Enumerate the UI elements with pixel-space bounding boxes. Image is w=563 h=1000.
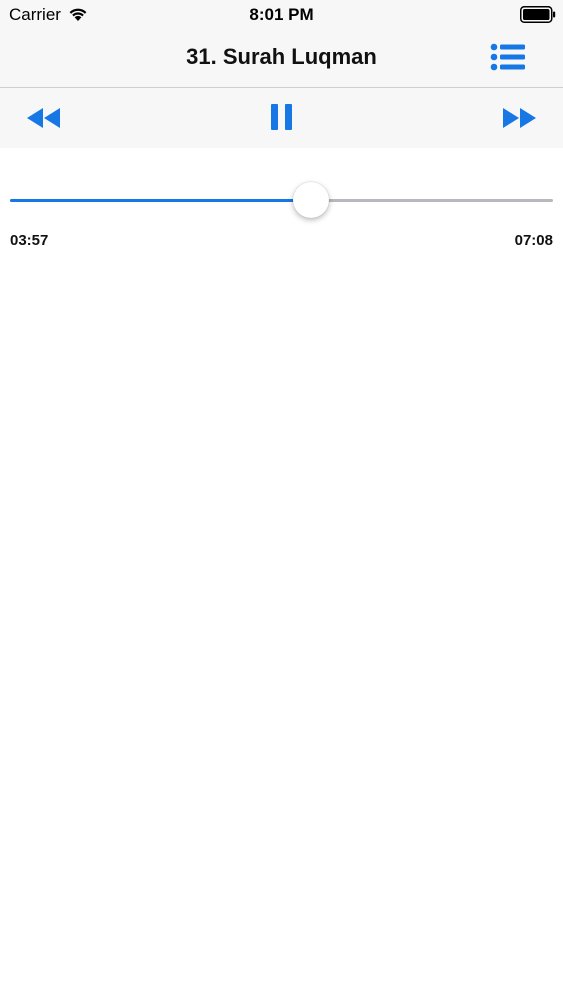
fast-forward-icon — [503, 108, 536, 128]
rewind-button[interactable] — [24, 104, 64, 132]
status-bar: Carrier 8:01 PM — [0, 0, 563, 30]
battery-icon — [520, 6, 556, 23]
pause-icon — [271, 104, 292, 130]
navigation-bar: 31. Surah Luqman — [0, 30, 563, 88]
pause-button[interactable] — [266, 102, 298, 132]
elapsed-time: 03:57 — [10, 232, 49, 249]
playlist-button[interactable] — [488, 42, 528, 74]
status-time: 8:01 PM — [249, 5, 314, 24]
playback-controls — [0, 88, 563, 148]
rewind-icon — [27, 108, 60, 128]
fast-forward-button[interactable] — [499, 104, 539, 132]
progress-slider-track[interactable] — [10, 199, 553, 202]
list-icon — [490, 43, 525, 71]
page-title: 31. Surah Luqman — [186, 44, 377, 69]
progress-section: 03:57 07:08 — [0, 148, 563, 258]
progress-slider-thumb[interactable] — [292, 182, 329, 218]
total-time: 07:08 — [514, 232, 553, 249]
progress-slider-fill — [10, 199, 311, 202]
